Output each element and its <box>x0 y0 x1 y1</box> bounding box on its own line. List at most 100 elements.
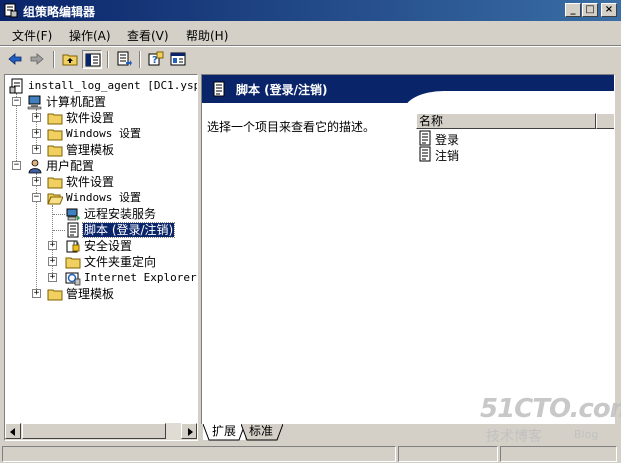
toolbar-separator <box>139 51 141 68</box>
tree-label: 软件设置 <box>66 175 115 189</box>
policy-doc-icon <box>9 78 23 94</box>
expand-toggle[interactable]: + <box>48 257 57 266</box>
folder-open-icon <box>47 193 63 205</box>
properties-button[interactable] <box>168 50 188 69</box>
security-icon <box>66 240 80 253</box>
close-button[interactable]: × <box>601 3 617 17</box>
arrow-right-icon <box>188 428 193 436</box>
properties-icon <box>170 52 186 66</box>
expand-toggle[interactable]: + <box>32 129 41 138</box>
details-header: 脚本 (登录/注销) <box>202 75 614 121</box>
watermark-logo: 51CTO.com <box>480 394 621 424</box>
script-icon <box>67 222 79 238</box>
list-item-label: 注销 <box>435 149 460 163</box>
back-icon <box>8 53 22 65</box>
ie-maintenance-icon <box>65 272 81 286</box>
menu-bar: 文件(F) 操作(A) 查看(V) 帮助(H) <box>0 23 621 45</box>
forward-icon <box>30 53 44 65</box>
folder-icon <box>47 177 63 189</box>
script-icon <box>213 81 225 97</box>
help-button[interactable]: ? <box>146 50 166 69</box>
expand-toggle[interactable]: + <box>32 113 41 122</box>
tree-label: Windows 设置 <box>66 127 141 140</box>
policy-app-icon <box>4 3 18 18</box>
help-icon: ? <box>148 51 164 66</box>
folder-icon <box>47 145 63 157</box>
collapse-toggle[interactable]: − <box>12 161 21 170</box>
tree-horizontal-scrollbar[interactable] <box>5 423 197 440</box>
tree-label: 远程安装服务 <box>84 207 157 221</box>
up-level-button[interactable] <box>60 50 80 69</box>
tree-label: Internet Explorer : <box>84 271 197 284</box>
tree-pane[interactable]: install_log_agent [DC1.yspla − 计算机配置 + 软… <box>4 74 198 441</box>
watermark-blog: Blog <box>574 428 599 441</box>
status-cell <box>398 446 498 462</box>
tree-label: 管理模板 <box>66 143 115 157</box>
expand-toggle[interactable]: + <box>48 273 57 282</box>
scroll-right-button[interactable] <box>181 423 197 439</box>
menu-view[interactable]: 查看(V) <box>127 27 169 44</box>
tree-label: 文件夹重定向 <box>84 255 157 269</box>
menu-help[interactable]: 帮助(H) <box>186 27 228 44</box>
column-header-name[interactable]: 名称 <box>416 113 596 129</box>
toolbar: ? <box>0 47 621 73</box>
tree-connector <box>53 214 65 215</box>
watermark: 51CTO.com 技术博客 Blog <box>480 394 621 445</box>
forward-button[interactable] <box>27 50 47 69</box>
tree-label: 安全设置 <box>84 239 133 253</box>
script-icon <box>419 146 431 162</box>
back-button[interactable] <box>5 50 25 69</box>
tree-view: install_log_agent [DC1.yspla − 计算机配置 + 软… <box>5 75 197 423</box>
expand-toggle[interactable]: + <box>32 145 41 154</box>
tree-label: 管理模板 <box>66 287 115 301</box>
tab-label: 标准 <box>249 424 274 438</box>
tree-connector <box>53 230 65 231</box>
export-list-icon <box>117 51 132 66</box>
show-hide-tree-button[interactable] <box>82 50 102 69</box>
window-title: 组策略编辑器 <box>23 5 96 19</box>
tree-connector <box>36 173 37 293</box>
expand-toggle[interactable]: + <box>32 177 41 186</box>
folder-icon <box>47 289 63 301</box>
scroll-thumb[interactable] <box>22 423 166 439</box>
tab-label: 扩展 <box>212 424 237 438</box>
scroll-left-button[interactable] <box>5 423 21 439</box>
collapse-toggle[interactable]: − <box>32 193 41 202</box>
watermark-subtitle: 技术博客 <box>486 429 542 445</box>
tree-node-root[interactable]: install_log_agent [DC1.yspla <box>9 78 197 94</box>
computer-icon <box>27 95 42 110</box>
show-hide-tree-icon <box>85 53 101 67</box>
user-icon <box>28 159 42 174</box>
status-bar <box>0 444 621 463</box>
tab-extended[interactable]: 扩展 <box>203 424 245 441</box>
maximize-button[interactable]: □ <box>582 3 598 17</box>
tree-label: Windows 设置 <box>66 191 141 204</box>
tree-label: 软件设置 <box>66 111 115 125</box>
tree-root-label: install_log_agent [DC1.yspla <box>28 79 197 92</box>
title-bar[interactable]: 组策略编辑器 _ □ × <box>0 0 621 21</box>
tree-label-selected: 脚本 (登录/注销) <box>81 222 176 238</box>
arrow-left-icon <box>10 428 15 436</box>
export-list-button[interactable] <box>114 50 134 69</box>
tree-label: 用户配置 <box>46 159 95 173</box>
expand-toggle[interactable]: + <box>32 289 41 298</box>
up-folder-icon <box>62 54 78 66</box>
tab-standard[interactable]: 标准 <box>241 424 283 441</box>
details-title: 脚本 (登录/注销) <box>236 83 328 97</box>
toolbar-separator <box>53 51 55 68</box>
column-header-blank[interactable] <box>596 113 614 129</box>
remote-install-icon <box>66 208 80 221</box>
details-pane: 脚本 (登录/注销) 选择一个项目来查看它的描述。 名称 登录 注销 <box>201 74 615 441</box>
menu-file[interactable]: 文件(F) <box>12 27 52 44</box>
expand-toggle[interactable]: + <box>48 241 57 250</box>
folder-icon <box>47 129 63 141</box>
script-icon <box>419 130 431 146</box>
list-item-label: 登录 <box>435 133 460 147</box>
minimize-button[interactable]: _ <box>565 3 581 17</box>
folder-icon <box>47 113 63 125</box>
tree-label: 计算机配置 <box>46 95 107 109</box>
group-policy-editor-window: 组策略编辑器 _ □ × 文件(F) 操作(A) 查看(V) 帮助(H) ? i… <box>0 0 621 463</box>
menu-action[interactable]: 操作(A) <box>69 27 111 44</box>
description-text: 选择一个项目来查看它的描述。 <box>207 120 376 134</box>
collapse-toggle[interactable]: − <box>12 97 21 106</box>
